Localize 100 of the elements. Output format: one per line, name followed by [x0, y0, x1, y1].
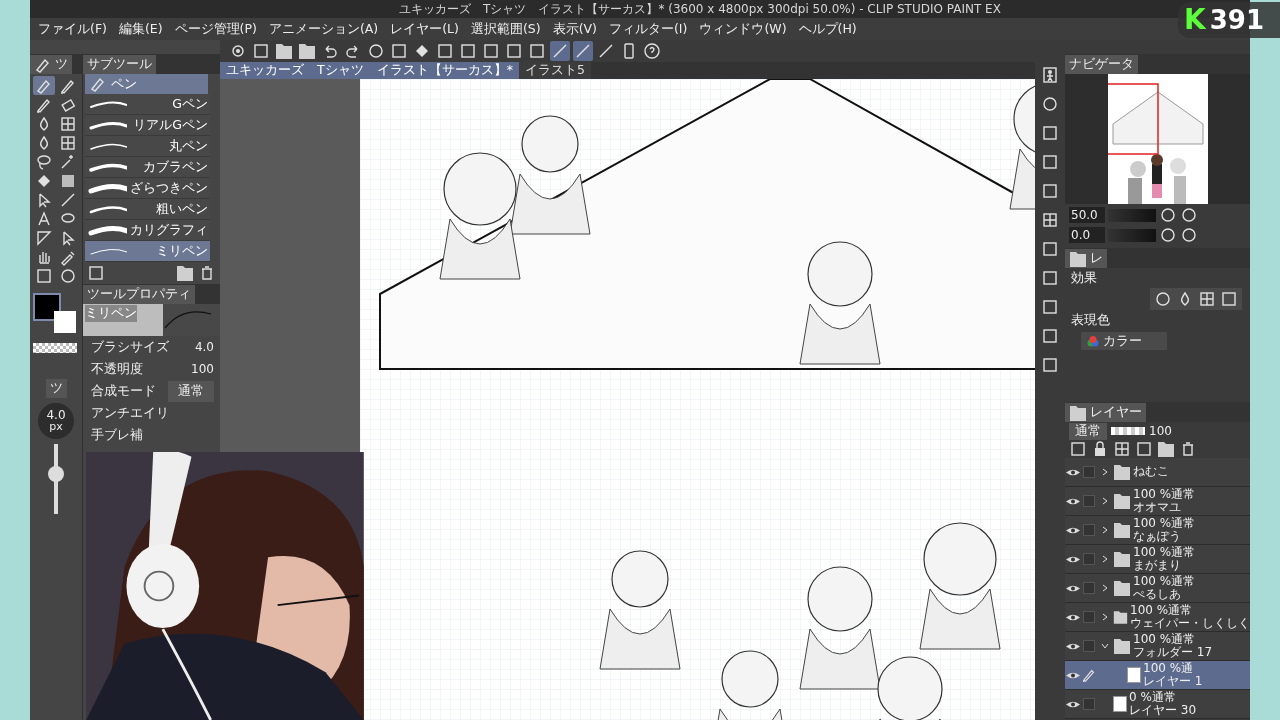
square-icon[interactable] [1041, 298, 1059, 316]
square-icon[interactable] [87, 264, 105, 282]
sub-color-swatch[interactable] [54, 311, 76, 333]
zoom-field[interactable]: 50.0 [1069, 207, 1105, 223]
blend-mode-dropdown[interactable]: 通常 [1069, 422, 1107, 440]
grid-icon[interactable] [1041, 211, 1059, 229]
toolbar-button[interactable] [366, 41, 386, 61]
square-icon[interactable] [1041, 182, 1059, 200]
subtool-item[interactable]: ミリペン [85, 241, 210, 262]
subtool-group-header[interactable]: ペン [85, 74, 208, 94]
eye-icon[interactable] [1066, 554, 1080, 564]
color-mode-dropdown[interactable]: カラー [1081, 332, 1167, 350]
layer-row[interactable]: 100 %通常 オオマユ [1065, 487, 1250, 516]
toolbar-button[interactable] [504, 41, 524, 61]
toolbar-button[interactable] [435, 41, 455, 61]
square-icon[interactable] [1041, 153, 1059, 171]
layer-row[interactable]: 0 %通常 レイヤー 30 [1065, 690, 1250, 719]
toolbar-button[interactable] [251, 41, 271, 61]
document-tab[interactable]: ユキッカーズ Tシャツ イラスト【サーカス】* [220, 62, 519, 79]
layer-checkbox[interactable] [1083, 640, 1095, 652]
palette-tab[interactable]: ナビゲータ [1065, 55, 1138, 74]
slider-thumb[interactable] [48, 465, 64, 482]
menu-item[interactable]: 編集(E) [112, 20, 169, 38]
eye-icon[interactable] [1066, 641, 1080, 651]
person-icon[interactable] [1041, 66, 1059, 84]
menu-item[interactable]: 表示(V) [546, 20, 603, 38]
layer-row[interactable]: 100 %通 レイヤー 1 [1065, 661, 1250, 690]
slider-track[interactable] [1108, 208, 1156, 222]
circle-icon[interactable] [1180, 206, 1198, 224]
toolbar-button[interactable] [642, 41, 662, 61]
layer-checkbox[interactable] [1083, 582, 1095, 594]
layer-name: レイヤー 1 [1143, 675, 1203, 689]
layer-row[interactable]: 100 %通常 まがまり [1065, 545, 1250, 574]
palette-tab[interactable]: ツ [45, 379, 67, 398]
toolbar-button[interactable] [481, 41, 501, 61]
layer-row[interactable]: 100 %通常 ぺるしあ [1065, 574, 1250, 603]
square-icon[interactable] [1041, 240, 1059, 258]
square-icon[interactable] [1220, 290, 1238, 308]
eye-icon[interactable] [1066, 496, 1080, 506]
layer-checkbox[interactable] [1083, 524, 1095, 536]
layer-checkbox[interactable] [1083, 495, 1095, 507]
layer-checkbox[interactable] [1083, 698, 1095, 710]
menu-item[interactable]: フィルター(I) [602, 20, 694, 38]
angle-field[interactable]: 0.0 [1069, 227, 1105, 243]
grid-icon[interactable] [1198, 290, 1216, 308]
circle-icon[interactable] [1154, 290, 1172, 308]
square-icon[interactable] [1069, 440, 1087, 458]
square-icon[interactable] [1041, 269, 1059, 287]
palette-tab[interactable]: ツールプロパティ [83, 285, 195, 304]
property-label: 不透明度 [91, 360, 143, 378]
circle-icon[interactable] [1180, 226, 1198, 244]
layer-checkbox[interactable] [1083, 553, 1095, 565]
layer-checkbox[interactable] [1083, 466, 1095, 478]
menu-item[interactable]: ヘルプ(H) [792, 20, 863, 38]
palette-tab[interactable]: ツ [30, 55, 72, 74]
menu-item[interactable]: レイヤー(L) [384, 20, 465, 38]
eye-icon[interactable] [1066, 699, 1080, 709]
eye-icon[interactable] [1066, 467, 1080, 477]
toolbar-button[interactable] [458, 41, 478, 61]
layer-checkbox[interactable] [1083, 611, 1095, 623]
circle-icon[interactable] [1159, 206, 1177, 224]
menu-item[interactable]: ウィンドウ(W) [693, 20, 793, 38]
blend-mode-dropdown[interactable]: 通常 [168, 380, 214, 402]
opacity-value[interactable]: 100 [1149, 424, 1172, 438]
circle-icon[interactable] [1159, 226, 1177, 244]
eye-icon[interactable] [1066, 583, 1080, 593]
layer-row[interactable]: 100 %通常 ウェイパー・しくしく [1065, 603, 1250, 632]
menu-item[interactable]: ファイル(F) [32, 20, 113, 38]
square-icon[interactable] [1041, 327, 1059, 345]
subtool-item[interactable]: ざらつきペン [85, 178, 210, 199]
subtool-item[interactable]: カブラペン [85, 157, 210, 178]
eye-icon[interactable] [1066, 612, 1080, 622]
palette-tab[interactable]: サブツール [83, 55, 156, 74]
subtool-item[interactable]: カリグラフィ [85, 220, 210, 241]
layer-row[interactable]: 100 %通常 フォルダー 17 [1065, 632, 1250, 661]
eye-icon[interactable] [1066, 670, 1080, 680]
toolbar-button[interactable] [550, 41, 570, 61]
square-icon[interactable] [1041, 124, 1059, 142]
square-icon[interactable] [1041, 356, 1059, 374]
square-icon[interactable] [1135, 440, 1153, 458]
folder-icon[interactable] [176, 264, 194, 282]
palette-tab[interactable]: レイヤー [1065, 403, 1146, 422]
layer-row[interactable]: 100 %通常 なぁぽう [1065, 516, 1250, 545]
toolbar-button[interactable] [573, 41, 593, 61]
main-color-swatch[interactable] [33, 293, 61, 321]
toolbar-button[interactable] [527, 41, 547, 61]
layer-row[interactable]: ねむこ [1065, 458, 1250, 487]
document-tab[interactable]: イラスト5 [518, 62, 591, 79]
subtool-item[interactable]: 丸ペン [85, 136, 210, 157]
toolbar-button[interactable] [389, 41, 409, 61]
transparent-color-swatch[interactable] [33, 343, 77, 353]
grid-icon[interactable] [1113, 440, 1131, 458]
palette-tab[interactable]: レ [1065, 249, 1107, 268]
slider-track[interactable] [1108, 228, 1156, 242]
property-value[interactable]: 4.0 [194, 340, 214, 354]
menu-item[interactable]: ページ管理(P) [168, 20, 263, 38]
eye-icon[interactable] [1066, 525, 1080, 535]
menu-item[interactable]: 選択範囲(S) [464, 20, 547, 38]
property-value[interactable]: 100 [191, 362, 214, 376]
menu-item[interactable]: アニメーション(A) [262, 20, 385, 38]
